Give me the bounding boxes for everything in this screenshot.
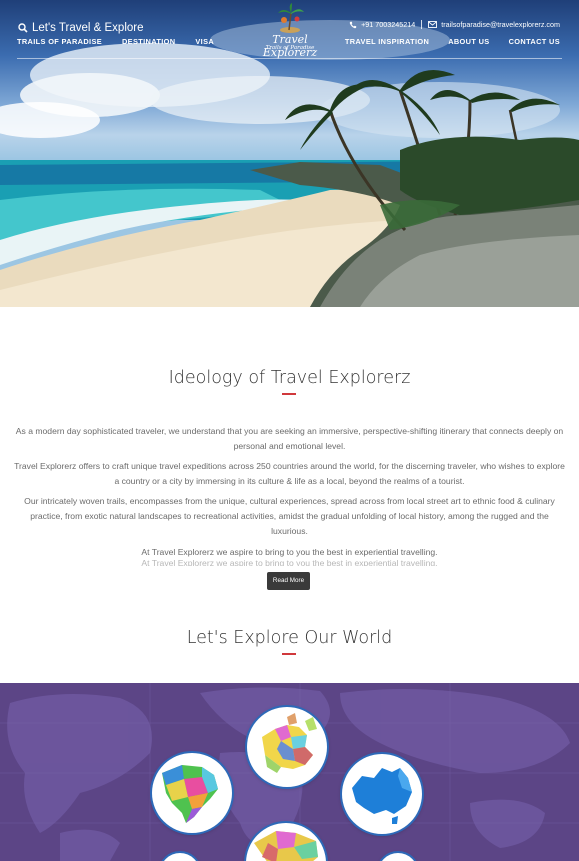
- search-icon: [18, 23, 28, 33]
- email-address[interactable]: trailsofparadise@travelexplorerz.com: [441, 20, 560, 29]
- contact-divider: [421, 20, 423, 29]
- nav-contact-us[interactable]: CONTACT US: [509, 37, 560, 46]
- nav-trails-of-paradise[interactable]: TRAILS OF PARADISE: [17, 37, 102, 46]
- hero-banner: Travel Explorerz Trails of Paradise Let'…: [0, 0, 579, 307]
- ideology-title: Ideology of Travel Explorerz: [168, 368, 411, 388]
- explore-title-underline: [282, 653, 296, 655]
- nav-travel-inspiration[interactable]: TRAVEL INSPIRATION: [345, 37, 429, 46]
- region-north-america[interactable]: [152, 753, 232, 833]
- europe-map-icon: [262, 713, 317, 773]
- logo-tagline: Trails of Paradise: [265, 45, 315, 51]
- region-asia[interactable]: [246, 823, 326, 861]
- nav-right: TRAVEL INSPIRATION ABOUT US CONTACT US: [345, 37, 560, 46]
- explore-title: Let's Explore Our World: [186, 628, 393, 648]
- north-america-map-icon: [162, 765, 218, 823]
- nav-visa[interactable]: VISA: [195, 37, 214, 46]
- australia-map-icon: [352, 768, 412, 824]
- read-more-button[interactable]: Read More: [267, 572, 310, 590]
- phone-number[interactable]: +91 7003245214: [361, 20, 415, 29]
- world-map-section: [0, 683, 579, 861]
- nav-about-us[interactable]: ABOUT US: [448, 37, 489, 46]
- ideology-title-underline: [282, 393, 296, 395]
- phone-icon: [349, 21, 357, 28]
- nav-destination[interactable]: DESTINATION: [122, 37, 175, 46]
- header-divider: [17, 58, 562, 59]
- nav-left: TRAILS OF PARADISE DESTINATION VISA: [17, 37, 214, 46]
- search-trigger[interactable]: Let's Travel & Explore: [18, 22, 144, 34]
- region-europe[interactable]: [247, 707, 327, 787]
- ideology-paragraph-1: As a modern day sophisticated traveler, …: [15, 426, 564, 452]
- ideology-paragraph-2: Travel Explorerz offers to craft unique …: [14, 461, 565, 487]
- site-logo[interactable]: Travel Explorerz Trails of Paradise: [248, 3, 332, 59]
- palm-logo-icon: [278, 3, 304, 33]
- ideology-paragraph-3: Our intricately woven trails, encompasse…: [24, 496, 555, 537]
- region-australia[interactable]: [342, 754, 422, 834]
- envelope-icon: [428, 21, 438, 28]
- search-label: Let's Travel & Explore: [32, 22, 144, 34]
- asia-map-icon: [254, 831, 318, 861]
- ideology-faded-preview: At Travel Explorerz we aspire to bring t…: [141, 558, 438, 566]
- contact-bar: +91 7003245214 trailsofparadise@travelex…: [349, 20, 560, 29]
